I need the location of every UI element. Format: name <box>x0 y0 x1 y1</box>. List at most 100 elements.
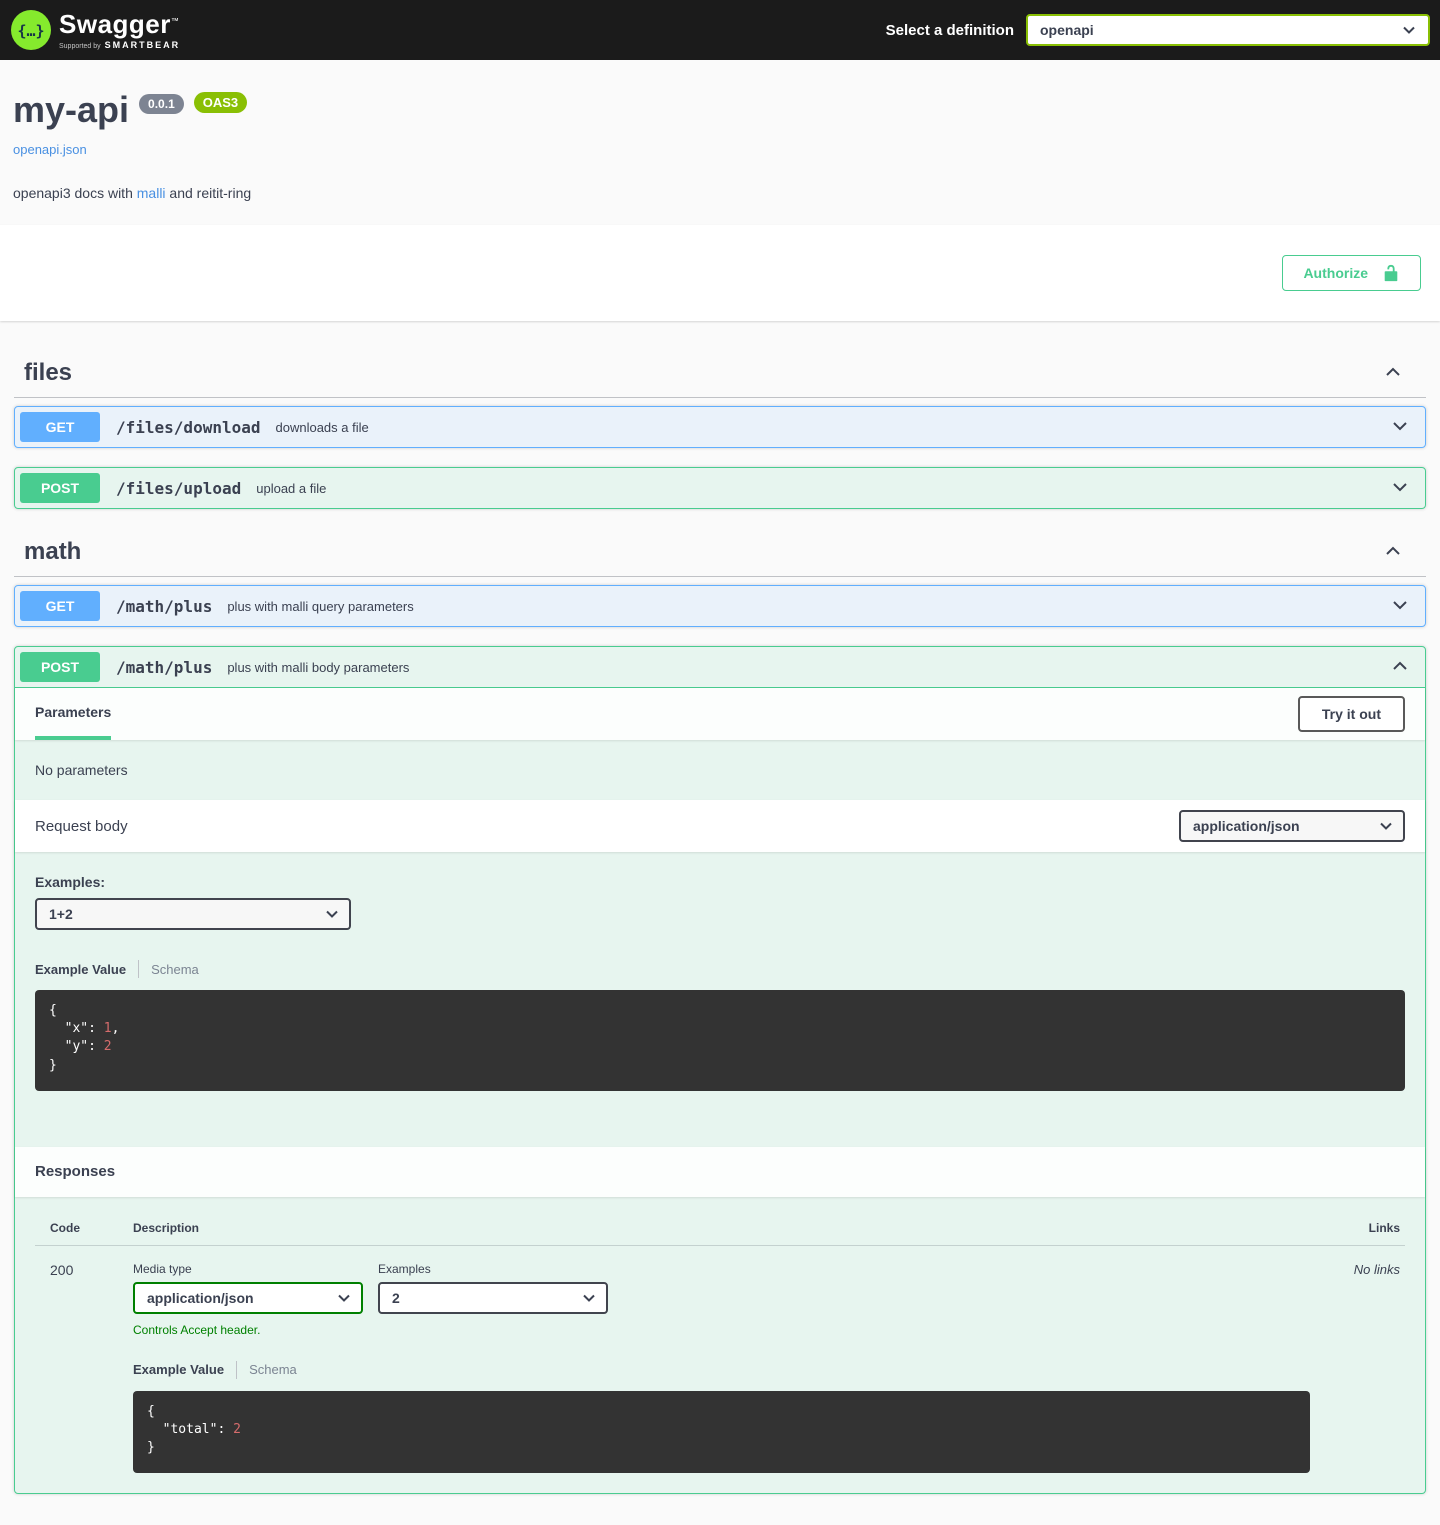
op-summary[interactable]: POST /files/upload upload a file <box>15 468 1425 508</box>
op-summary[interactable]: GET /files/download downloads a file <box>15 407 1425 447</box>
operations-wrapper: files GET /files/download downloads a fi… <box>0 349 1440 1525</box>
model-tabs: Example Value Schema <box>133 1361 1310 1379</box>
request-body-content: Examples: 1+2 Example Value Schema {"x":… <box>15 852 1425 1147</box>
brand-text: Swagger <box>59 9 171 39</box>
op-path: /math/plus <box>116 658 212 677</box>
tag-section-files: files GET /files/download downloads a fi… <box>14 349 1426 509</box>
code-line: "x": 1, <box>49 1020 1391 1038</box>
code-token: : <box>88 1021 104 1036</box>
op-path: /files/upload <box>116 479 241 498</box>
title-row: my-api 0.0.1 OAS3 <box>13 92 1427 128</box>
code-token: : <box>88 1039 104 1054</box>
spec-link[interactable]: openapi.json <box>13 142 87 157</box>
tab-example-value[interactable]: Example Value <box>133 1362 224 1377</box>
expand-operation-button[interactable] <box>1380 416 1420 439</box>
controls-accept-note: Controls Accept header. <box>133 1323 363 1337</box>
definition-select-label: Select a definition <box>886 22 1014 39</box>
code-token: 1 <box>104 1021 112 1036</box>
code-line: "y": 2 <box>49 1038 1391 1056</box>
opblock-post-files-upload: POST /files/upload upload a file <box>14 467 1426 509</box>
authorize-button[interactable]: Authorize <box>1282 255 1421 291</box>
parameters-tab-label: Parameters <box>35 704 111 720</box>
response-code: 200 <box>50 1262 133 1474</box>
no-links-text: No links <box>1310 1262 1405 1474</box>
code-token: 2 <box>233 1422 241 1437</box>
response-example-code: {"total": 2} <box>133 1391 1310 1474</box>
op-summary[interactable]: POST /math/plus plus with malli body par… <box>15 647 1425 688</box>
response-examples-group: Examples 2 <box>378 1262 608 1337</box>
smartbear-label: SMARTBEAR <box>105 40 181 50</box>
code-token: : <box>217 1422 233 1437</box>
op-summary-text: plus with malli query parameters <box>227 599 413 614</box>
tab-schema[interactable]: Schema <box>249 1362 297 1377</box>
response-example-select[interactable]: 2 <box>378 1282 608 1314</box>
supported-by-block: Supported by SMARTBEAR <box>59 40 180 50</box>
chevron-down-icon <box>1402 23 1416 37</box>
tab-separator <box>236 1361 237 1379</box>
responses-section-header: Responses <box>15 1147 1425 1197</box>
chevron-down-icon <box>325 907 339 921</box>
op-summary-text: downloads a file <box>276 420 369 435</box>
request-example-code: {"x": 1,"y": 2} <box>35 990 1405 1091</box>
math-collapse-button[interactable] <box>1370 541 1416 564</box>
collapse-operation-button[interactable] <box>1380 656 1420 679</box>
tab-separator <box>138 960 139 978</box>
op-summary[interactable]: GET /math/plus plus with malli query par… <box>15 586 1425 626</box>
response-example-value: 2 <box>392 1290 400 1306</box>
description-column-header: Description <box>133 1221 1310 1235</box>
code-token: "x" <box>65 1021 88 1036</box>
request-content-type-value: application/json <box>1193 818 1300 834</box>
brand-trademark: ™ <box>171 16 180 25</box>
chevron-up-icon <box>1390 656 1410 676</box>
tab-schema[interactable]: Schema <box>151 962 199 977</box>
expand-operation-button[interactable] <box>1380 595 1420 618</box>
supported-by-label: Supported by <box>59 43 101 50</box>
chevron-up-icon <box>1383 362 1403 382</box>
auth-wrapper: Authorize <box>0 255 1440 291</box>
try-it-out-button[interactable]: Try it out <box>1298 696 1405 732</box>
definition-select[interactable]: openapi <box>1026 14 1430 46</box>
malli-link[interactable]: malli <box>137 185 166 201</box>
responses-label: Responses <box>35 1163 115 1180</box>
media-type-select[interactable]: application/json <box>133 1282 363 1314</box>
chevron-down-icon <box>1390 477 1410 497</box>
parameters-section-header: Parameters Try it out <box>15 688 1425 740</box>
code-line: { <box>147 1403 1296 1421</box>
version-badge: 0.0.1 <box>139 94 184 114</box>
code-token: } <box>147 1440 155 1455</box>
page-title: my-api <box>13 92 129 128</box>
method-badge-get: GET <box>20 412 100 442</box>
tab-parameters[interactable]: Parameters <box>35 688 111 740</box>
math-tag-header[interactable]: math <box>14 528 1426 577</box>
files-tag-title: files <box>24 359 72 387</box>
description-prefix: openapi3 docs with <box>13 185 137 201</box>
scheme-container: Authorize <box>0 225 1440 321</box>
files-collapse-button[interactable] <box>1370 362 1416 385</box>
media-type-group: Media type application/json Controls Acc… <box>133 1262 363 1337</box>
expand-operation-button[interactable] <box>1380 477 1420 500</box>
code-token: "y" <box>65 1039 88 1054</box>
tab-example-value[interactable]: Example Value <box>35 962 126 977</box>
chevron-down-icon <box>1379 819 1393 833</box>
tag-section-math: math GET /math/plus plus with malli quer… <box>14 528 1426 1494</box>
svg-text:{…}: {…} <box>17 22 44 40</box>
code-token: { <box>49 1003 57 1018</box>
request-example-select[interactable]: 1+2 <box>35 898 351 930</box>
media-type-value: application/json <box>147 1290 254 1306</box>
media-controls: Media type application/json Controls Acc… <box>133 1262 1310 1337</box>
chevron-up-icon <box>1383 541 1403 561</box>
code-line: } <box>49 1057 1391 1075</box>
request-example-value: 1+2 <box>49 906 73 922</box>
api-description: openapi3 docs with malli and reitit-ring <box>13 185 1427 201</box>
files-tag-header[interactable]: files <box>14 349 1426 398</box>
no-parameters-text: No parameters <box>15 740 1425 800</box>
brand-wordmark: Swagger™ <box>59 11 180 37</box>
responses-table: Code Description Links 200 Media type ap… <box>15 1197 1425 1494</box>
request-content-type-select[interactable]: application/json <box>1179 810 1405 842</box>
code-token: 2 <box>104 1039 112 1054</box>
swagger-logo-link[interactable]: {…} Swagger™ Supported by SMARTBEAR <box>11 10 180 50</box>
code-token: , <box>112 1021 120 1036</box>
description-suffix: and reitit-ring <box>166 185 252 201</box>
info-section: my-api 0.0.1 OAS3 openapi.json openapi3 … <box>0 60 1440 225</box>
code-line: { <box>49 1002 1391 1020</box>
